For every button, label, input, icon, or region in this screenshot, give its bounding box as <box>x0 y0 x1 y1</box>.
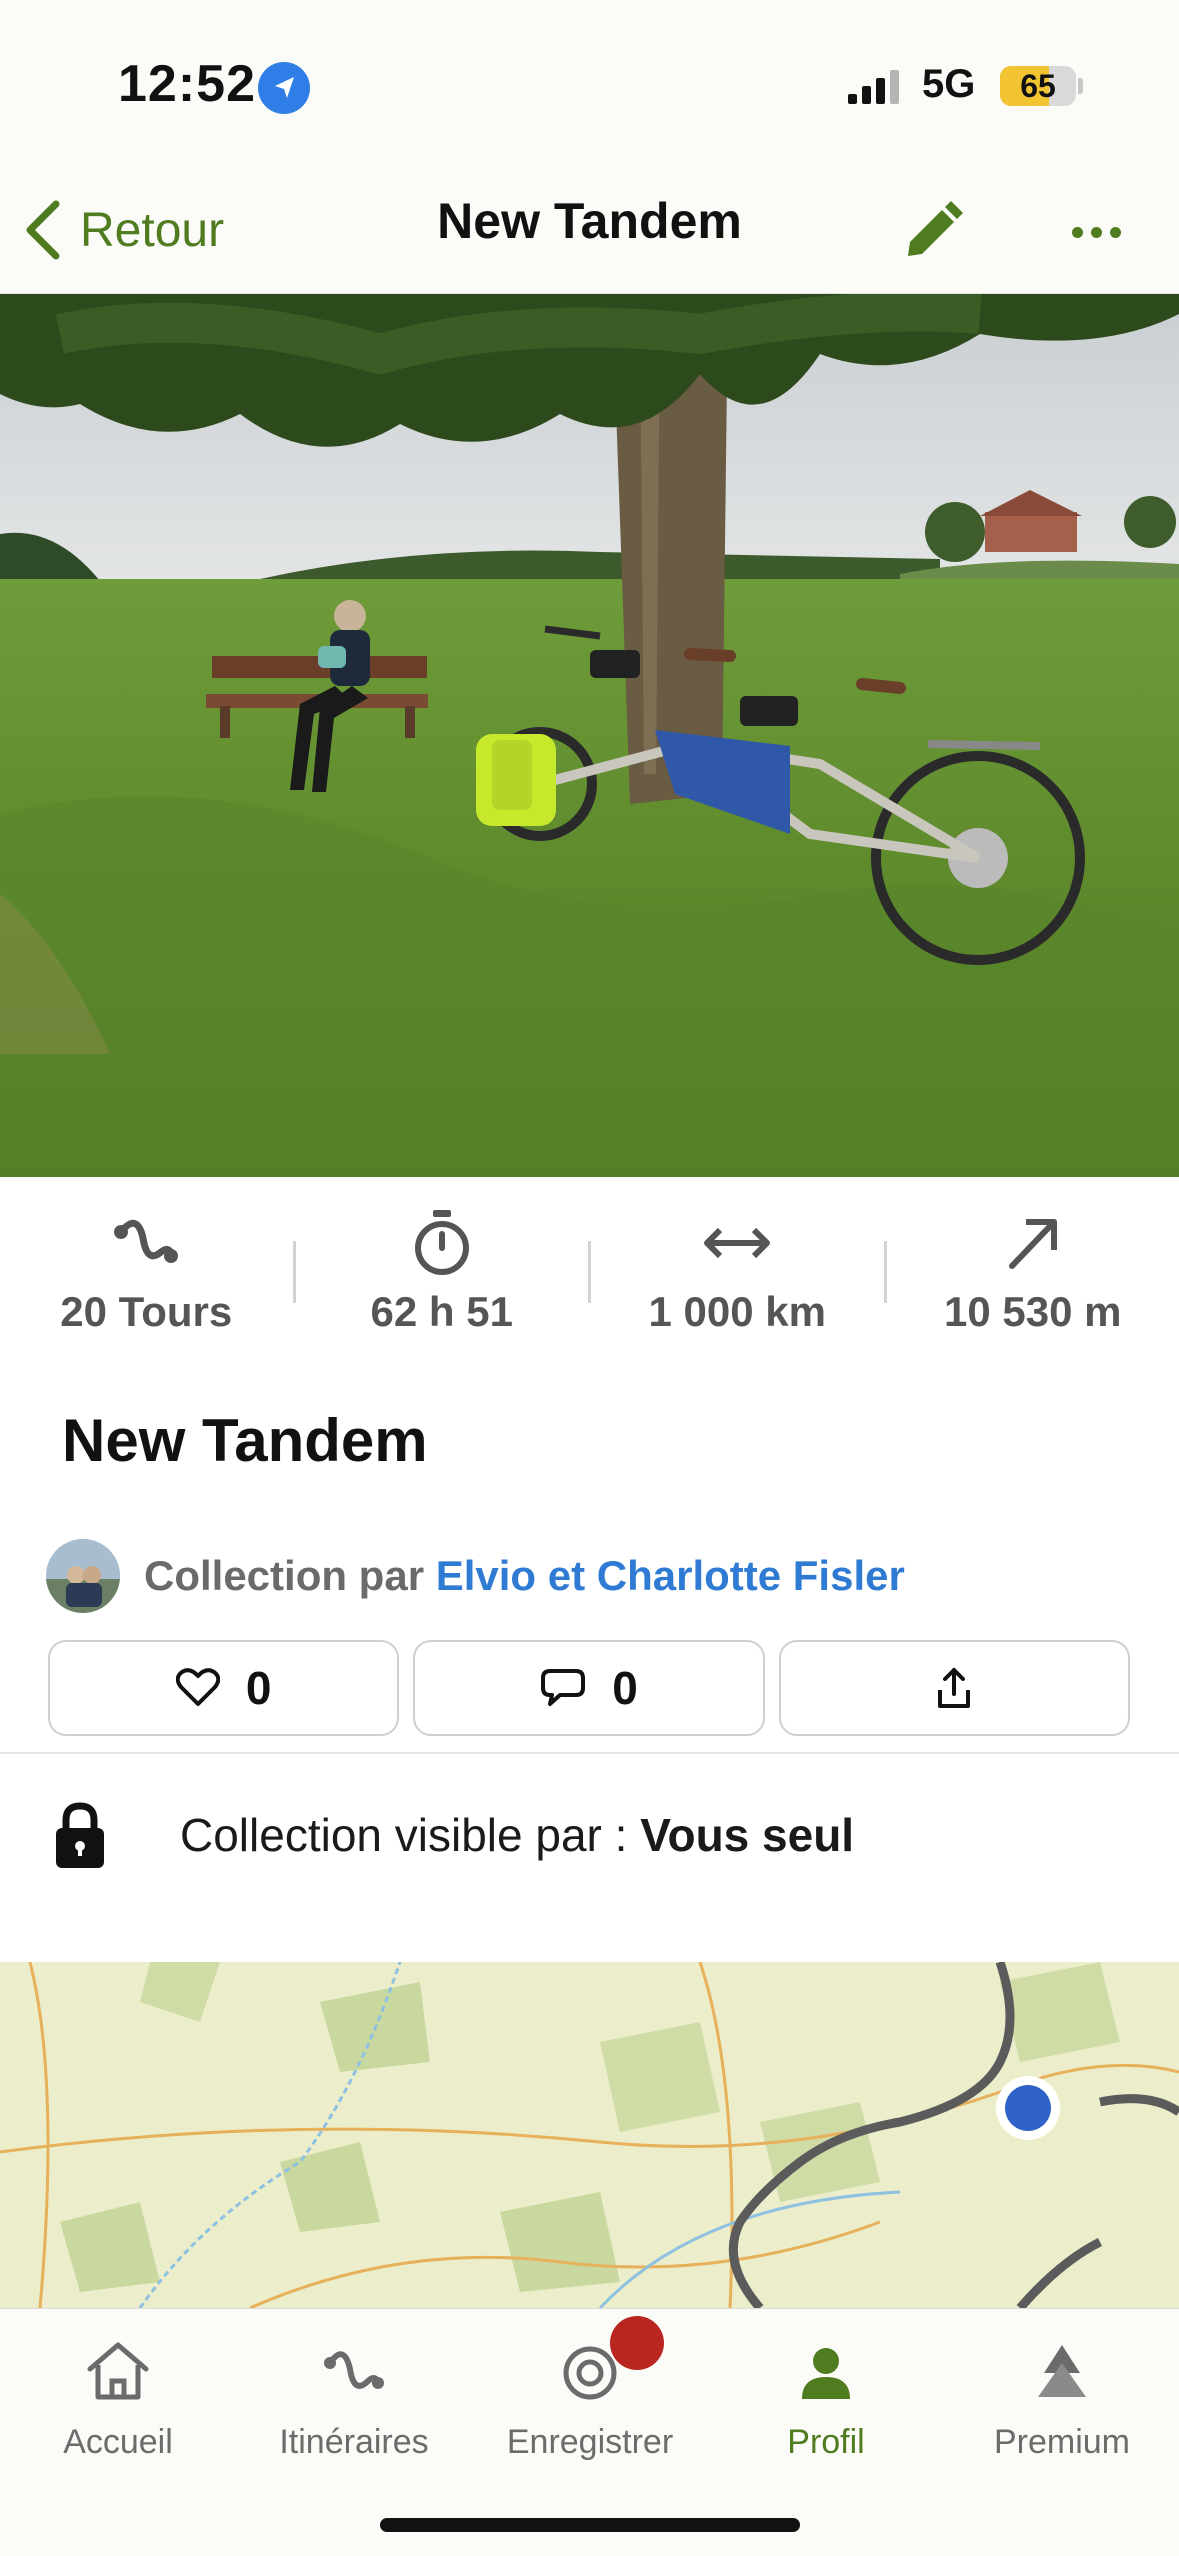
more-dot <box>1090 226 1102 238</box>
share-button[interactable] <box>778 1640 1130 1736</box>
collection-map[interactable] <box>0 1962 1179 2308</box>
tab-profil-label: Profil <box>787 2423 865 2461</box>
lock-icon <box>56 1802 104 1868</box>
tab-accueil-label: Accueil <box>63 2423 173 2461</box>
battery-cap <box>1078 78 1083 94</box>
collection-cover-photo[interactable] <box>0 294 1179 1177</box>
stat-elevation-value: 10 530 m <box>944 1288 1122 1335</box>
author-name-link[interactable]: Elvio et Charlotte Fisler <box>436 1552 905 1599</box>
stat-elevation: 10 530 m <box>887 1208 1179 1336</box>
home-icon <box>87 2342 149 2400</box>
battery-icon: 65 <box>1000 66 1076 106</box>
route-icon <box>324 2351 384 2389</box>
status-time: 12:52 <box>118 55 256 113</box>
tab-accueil[interactable]: Accueil <box>0 2335 236 2462</box>
mountain-icon <box>1038 2345 1086 2397</box>
route-icon <box>114 1219 179 1263</box>
signal-icon <box>848 70 899 104</box>
visibility-prefix: Collection visible par : <box>180 1809 628 1861</box>
visibility-row[interactable]: Collection visible par : Vous seul <box>0 1784 1179 1884</box>
author-line: Collection par Elvio et Charlotte Fisler <box>144 1552 905 1600</box>
avatar[interactable] <box>46 1539 120 1613</box>
stat-duration: 62 h 51 <box>296 1208 589 1336</box>
comment-count: 0 <box>612 1662 638 1714</box>
share-icon <box>938 1668 971 1708</box>
comment-icon <box>541 1669 586 1706</box>
tab-premium[interactable]: Premium <box>944 2335 1179 2462</box>
author-prefix: Collection par <box>144 1552 425 1599</box>
like-button[interactable]: 0 <box>48 1640 400 1736</box>
comment-button[interactable]: 0 <box>413 1640 765 1736</box>
more-icon[interactable] <box>1060 196 1132 268</box>
stat-distance: 1 000 km <box>591 1208 884 1336</box>
collection-author: Collection par Elvio et Charlotte Fisler <box>46 1538 905 1614</box>
collection-stats: 20 Tours 62 h 51 1 000 km 10 530 m <box>0 1177 1179 1367</box>
tab-premium-label: Premium <box>993 2423 1131 2461</box>
elevation-arrow-icon <box>1008 1219 1057 1269</box>
visibility-value: Vous seul <box>640 1809 855 1861</box>
visibility-text: Collection visible par : Vous seul <box>180 1808 854 1862</box>
action-buttons: 0 0 <box>48 1640 1130 1736</box>
distance-arrows-icon <box>704 1227 771 1259</box>
heart-icon <box>175 1668 220 1706</box>
recording-badge <box>610 2316 664 2370</box>
battery-percent: 65 <box>1020 68 1056 104</box>
collection-title: New Tandem <box>62 1407 428 1474</box>
tab-enregistrer[interactable]: Enregistrer <box>472 2335 708 2462</box>
network-type: 5G <box>922 62 976 106</box>
status-bar: 12:52 5G 65 <box>0 0 1179 170</box>
home-indicator[interactable] <box>380 2518 800 2532</box>
navigation-bar: Retour New Tandem <box>0 170 1179 294</box>
location-arrow-icon <box>258 62 310 114</box>
stopwatch-icon <box>414 1210 469 1275</box>
more-dot <box>1071 226 1083 238</box>
tab-profil[interactable]: Profil <box>708 2335 944 2462</box>
tab-itineraires[interactable]: Itinéraires <box>236 2335 472 2462</box>
tab-itineraires-label: Itinéraires <box>279 2423 429 2461</box>
like-count: 0 <box>245 1662 272 1714</box>
stat-duration-value: 62 h 51 <box>370 1288 513 1335</box>
stat-tours-value: 20 Tours <box>60 1288 233 1335</box>
page-title: New Tandem <box>437 193 742 249</box>
tab-enregistrer-label: Enregistrer <box>506 2423 674 2461</box>
person-icon <box>802 2348 850 2399</box>
stat-tours: 20 Tours <box>0 1208 293 1336</box>
stat-distance-value: 1 000 km <box>648 1288 826 1335</box>
pencil-icon[interactable] <box>896 196 968 268</box>
more-dot <box>1109 226 1121 238</box>
divider <box>0 1752 1179 1754</box>
